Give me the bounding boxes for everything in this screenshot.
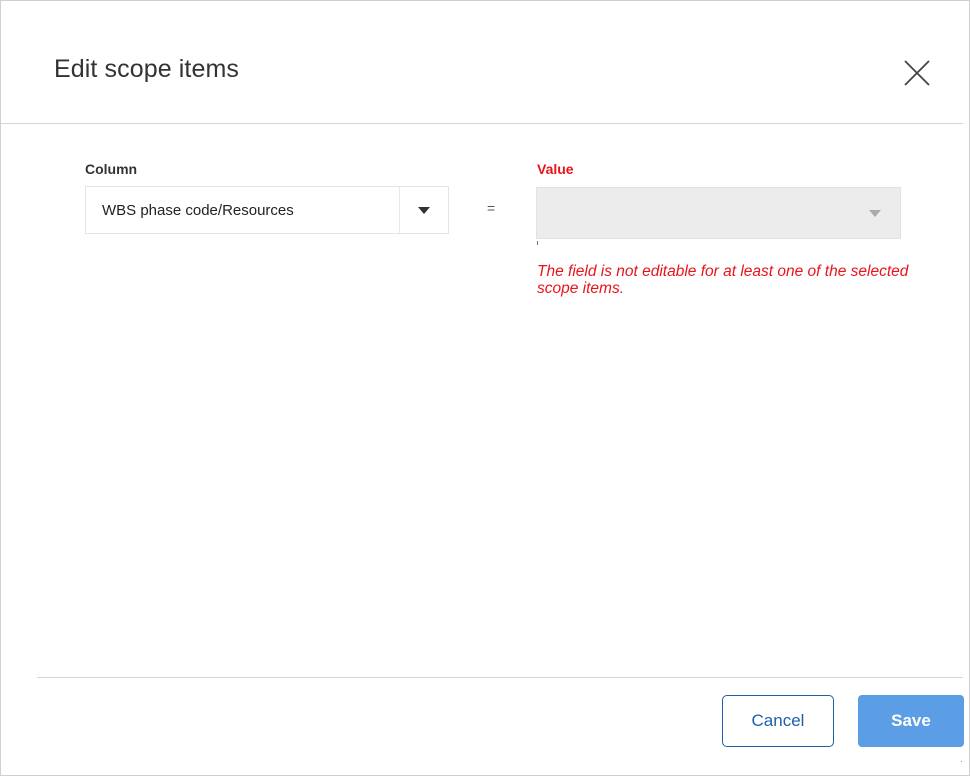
close-button[interactable] xyxy=(899,55,935,91)
dialog-header: Edit scope items xyxy=(1,1,963,124)
value-select xyxy=(536,187,901,239)
field-marker xyxy=(537,241,538,245)
column-select-toggle[interactable] xyxy=(399,187,448,233)
resize-dot xyxy=(961,761,962,762)
column-select[interactable]: WBS phase code/Resources xyxy=(85,186,449,234)
value-label: Value xyxy=(537,161,574,177)
edit-scope-items-dialog: Edit scope items Column Value WBS phase … xyxy=(0,0,970,776)
column-select-value: WBS phase code/Resources xyxy=(102,202,294,219)
save-button[interactable]: Save xyxy=(858,695,964,747)
column-label: Column xyxy=(85,161,138,177)
caret-down-icon xyxy=(869,209,881,217)
footer-divider xyxy=(37,677,963,678)
operator-equals: = xyxy=(487,200,496,216)
close-icon xyxy=(904,60,930,86)
dialog-title: Edit scope items xyxy=(54,55,240,83)
cancel-button[interactable]: Cancel xyxy=(722,695,834,747)
error-message: The field is not editable for at least o… xyxy=(537,263,909,297)
caret-down-icon xyxy=(418,206,430,214)
value-select-toggle xyxy=(850,188,900,238)
